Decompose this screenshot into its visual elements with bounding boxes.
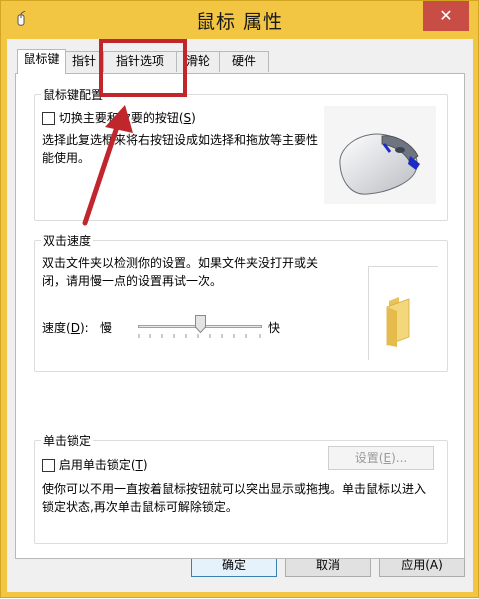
double-click-description: 双击文件夹以检测你的设置。如果文件夹没打开或关闭，请用慢一点的设置再试一次。 bbox=[42, 256, 319, 288]
checkbox-label: 启用单击锁定(T) bbox=[58, 458, 148, 472]
tab-label: 指针 bbox=[71, 54, 96, 68]
tab-label: 鼠标键 bbox=[23, 52, 60, 66]
close-icon: ✕ bbox=[439, 6, 453, 25]
tab-pointers[interactable]: 指针 bbox=[65, 51, 103, 72]
tab-mouse-buttons[interactable]: 鼠标键 bbox=[17, 49, 66, 74]
tab-label: 滑轮 bbox=[185, 54, 210, 68]
switch-buttons-description: 选择此复选框来将右按钮设成如选择和拖放等主要性能使用。 bbox=[42, 133, 319, 165]
tab-wheel[interactable]: 滑轮 bbox=[176, 51, 220, 72]
slow-label: 慢 bbox=[100, 321, 113, 335]
title-bar: 鼠标 属性 ✕ bbox=[1, 1, 478, 39]
test-folder-area[interactable] bbox=[368, 266, 438, 360]
click-lock-checkbox[interactable]: 启用单击锁定(T) bbox=[42, 456, 148, 474]
window-title: 鼠标 属性 bbox=[195, 11, 284, 33]
group-title: 单击锁定 bbox=[43, 434, 92, 448]
group-title: 鼠标键配置 bbox=[43, 88, 104, 102]
checkbox-box[interactable] bbox=[42, 112, 55, 125]
checkbox-box[interactable] bbox=[42, 459, 55, 472]
checkbox-label: 切换主要和次要的按钮(S) bbox=[58, 111, 196, 125]
group-title: 双击速度 bbox=[43, 234, 92, 248]
tab-pointer-options[interactable]: 指针选项 bbox=[103, 51, 177, 72]
tab-label: 硬件 bbox=[231, 54, 256, 68]
double-click-speed-slider[interactable] bbox=[138, 314, 262, 344]
slider-thumb[interactable] bbox=[195, 315, 206, 334]
tab-label: 指针选项 bbox=[115, 54, 164, 68]
speed-label: 速度(D): bbox=[42, 321, 89, 335]
fast-label: 快 bbox=[268, 321, 281, 335]
dialog-client-area: 鼠标键 指针 指针选项 滑轮 硬件 鼠标键配置 切换主要和次要的按钮(S) 选择… bbox=[7, 39, 473, 592]
mouse-illustration bbox=[339, 133, 420, 195]
close-button[interactable]: ✕ bbox=[423, 1, 469, 31]
click-lock-description: 使你可以不用一直按着鼠标按钮就可以突出显示或拖拽。单击鼠标以进入锁定状态,再次单… bbox=[42, 482, 427, 514]
mouse-properties-window: 鼠标 属性 ✕ 鼠标键 指针 指针选项 滑轮 硬件 鼠标键配置 切换主要和次要的… bbox=[0, 0, 479, 598]
switch-buttons-checkbox[interactable]: 切换主要和次要的按钮(S) bbox=[42, 109, 242, 127]
mouse-preview-image bbox=[324, 106, 436, 204]
mouse-buttons-panel: 鼠标键配置 切换主要和次要的按钮(S) 选择此复选框来将右按钮设成如选择和拖放等… bbox=[15, 73, 465, 559]
slider-ticks bbox=[138, 334, 261, 338]
folder-icon[interactable] bbox=[369, 267, 439, 361]
tab-hardware[interactable]: 硬件 bbox=[219, 51, 269, 72]
click-lock-settings-button[interactable]: 设置(E)... bbox=[328, 446, 434, 470]
